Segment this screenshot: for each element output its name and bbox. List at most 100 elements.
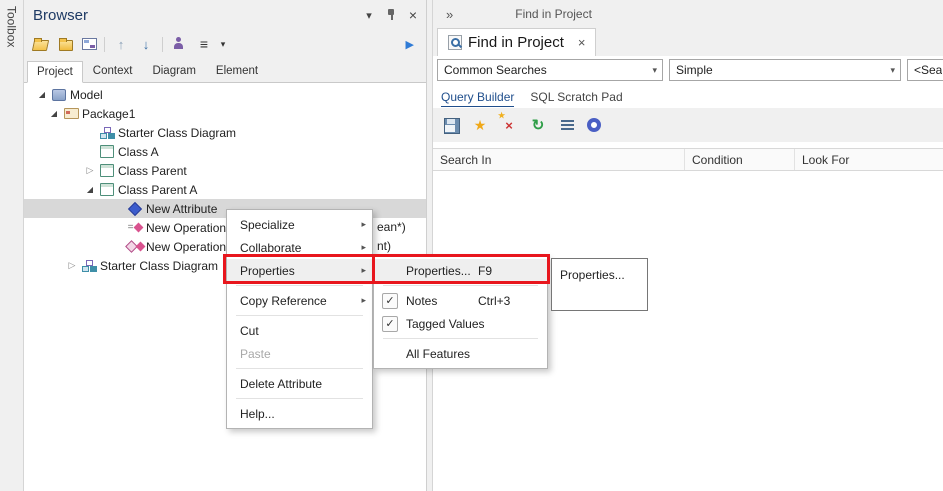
close-tab-icon[interactable]: ×	[578, 35, 586, 50]
class-icon	[98, 144, 116, 160]
expander-closed-icon[interactable]: ▷	[82, 165, 98, 176]
docked-tab-strip: » Find in Project	[433, 0, 943, 28]
checkbox-checked-icon: ✓	[382, 316, 398, 332]
class-icon	[98, 163, 116, 179]
menu-item-label: Specialize	[240, 218, 295, 232]
tree-item-class-parent-a[interactable]: ◢ Class Parent A	[24, 180, 426, 199]
tree-item-label: Class Parent	[118, 164, 187, 178]
search-mode-value: Simple	[676, 63, 713, 77]
menu-item-label: Help...	[240, 407, 275, 421]
chevron-down-icon[interactable]: ▾	[890, 65, 895, 76]
close-icon[interactable]: ×	[406, 8, 420, 22]
search-category-combobox[interactable]: Common Searches ▾	[437, 59, 663, 81]
find-tab-row: Find in Project ×	[433, 28, 943, 56]
open-folder-icon[interactable]	[32, 36, 50, 52]
context-menu-item-delete-attribute[interactable]: Delete Attribute	[227, 372, 372, 395]
move-down-icon[interactable]: ↓	[137, 36, 155, 52]
find-in-project-panel: » Find in Project Find in Project × Comm…	[432, 0, 943, 491]
diagram-frame-icon[interactable]	[82, 38, 97, 50]
expander-closed-icon[interactable]: ▷	[64, 260, 80, 271]
page-tabs: Query Builder SQL Scratch Pad	[441, 88, 623, 108]
tree-item-class-parent[interactable]: ▷ Class Parent	[24, 161, 426, 180]
application-window: Toolbox Browser ▾× ↑↓≡▾▶ ProjectContextD…	[0, 0, 943, 491]
browser-title: Browser	[33, 7, 88, 24]
search-term-value: <Sea	[914, 63, 942, 77]
menu-shortcut: F9	[478, 264, 492, 278]
tab-find-in-project[interactable]: Find in Project ×	[437, 28, 596, 56]
delete-search-icon[interactable]: ×	[500, 116, 518, 134]
tooltip-label: Properties...	[560, 268, 625, 282]
tree-item-model[interactable]: ◢Model	[24, 85, 426, 104]
double-chevron-icon[interactable]: »	[446, 7, 453, 22]
menu-item-label: Notes	[406, 294, 437, 308]
tree-item-label: Starter Class Diagram	[100, 259, 218, 273]
submenu-item-tagged-values[interactable]: ✓Tagged Values	[374, 312, 547, 335]
search-term-combobox[interactable]: <Sea	[907, 59, 943, 81]
tree-item-class-a[interactable]: Class A	[24, 142, 426, 161]
submenu-item-notes[interactable]: ✓NotesCtrl+3	[374, 289, 547, 312]
chevron-down-icon[interactable]: ▾	[652, 65, 657, 76]
tree-item-label-fragment: ean*)	[377, 218, 406, 237]
attribute-icon	[126, 201, 144, 217]
menu-separator	[236, 368, 363, 369]
properties-submenu: Properties... F9 ✓NotesCtrl+3✓Tagged Value…	[373, 255, 548, 369]
menu-caret-icon[interactable]: ▾	[214, 36, 232, 52]
menu-item-label: Delete Attribute	[240, 377, 322, 391]
toolbar-separator	[104, 37, 105, 52]
help-icon[interactable]	[587, 118, 601, 132]
tab-project[interactable]: Project	[27, 61, 83, 83]
tab-context[interactable]: Context	[83, 60, 143, 82]
window-position-arrow-icon[interactable]: ▾	[362, 8, 376, 22]
tree-item-starter-class-diagram[interactable]: Starter Class Diagram	[24, 123, 426, 142]
context-menu-item-help[interactable]: Help...	[227, 402, 372, 425]
column-header-search-in[interactable]: Search In	[433, 149, 685, 170]
save-search-icon[interactable]	[442, 116, 460, 134]
menu-item-label: Cut	[240, 324, 259, 338]
class-icon	[98, 182, 116, 198]
search-mode-combobox[interactable]: Simple ▾	[669, 59, 901, 81]
collaborate-user-icon[interactable]	[170, 36, 188, 52]
tab-query-builder[interactable]: Query Builder	[441, 90, 514, 107]
filter-options-icon[interactable]	[558, 116, 576, 134]
expander-open-icon[interactable]: ◢	[34, 90, 50, 99]
menu-separator	[383, 338, 538, 339]
context-menu-item-copy-reference[interactable]: Copy Reference▸	[227, 289, 372, 312]
tab-diagram[interactable]: Diagram	[142, 60, 205, 82]
tree-item-package1[interactable]: ◢ Package1	[24, 104, 426, 123]
play-forward-icon[interactable]: ▶	[406, 38, 414, 51]
refresh-search-icon[interactable]: ↻	[529, 116, 547, 134]
expander-open-icon[interactable]: ◢	[46, 109, 62, 118]
properties-tooltip: Properties...	[551, 258, 648, 311]
hamburger-menu-icon[interactable]: ≡	[195, 36, 213, 52]
menu-item-label: Properties...	[406, 264, 471, 278]
find-in-project-icon	[448, 35, 462, 50]
browser-titlebar: Browser ▾ ×	[24, 0, 426, 30]
closed-folder-icon[interactable]	[57, 36, 75, 52]
auto-hide-pin-icon[interactable]	[384, 8, 398, 22]
context-menu-item-paste: Paste	[227, 342, 372, 365]
context-menu-item-collaborate[interactable]: Collaborate▸	[227, 236, 372, 259]
tree-item-label: New Operation(	[146, 221, 230, 235]
new-search-icon[interactable]: ★	[471, 116, 489, 134]
tree-item-label: Package1	[82, 107, 135, 121]
search-category-value: Common Searches	[444, 63, 547, 77]
expander-open-icon[interactable]: ◢	[82, 185, 98, 194]
tree-item-label: Starter Class Diagram	[118, 126, 236, 140]
toolbox-side-tab[interactable]: Toolbox	[0, 0, 24, 491]
move-up-icon[interactable]: ↑	[112, 36, 130, 52]
tree-item-label: New Attribute	[146, 202, 217, 216]
menu-separator	[236, 398, 363, 399]
tab-element[interactable]: Element	[206, 60, 268, 82]
tab-sql-scratch-pad[interactable]: SQL Scratch Pad	[530, 90, 622, 106]
docked-tab-label[interactable]: Find in Project	[515, 7, 592, 21]
submenu-item-properties[interactable]: Properties... F9	[374, 259, 547, 282]
column-header-look-for[interactable]: Look For	[795, 149, 943, 170]
context-menu-item-specialize[interactable]: Specialize▸	[227, 213, 372, 236]
submenu-item-all-features[interactable]: All Features	[374, 342, 547, 365]
toolbox-side-tab-label: Toolbox	[5, 6, 19, 47]
model-icon	[50, 87, 68, 103]
column-header-condition[interactable]: Condition	[685, 149, 795, 170]
tree-item-label: Class Parent A	[118, 183, 197, 197]
context-menu-item-cut[interactable]: Cut	[227, 319, 372, 342]
context-menu-item-properties[interactable]: Properties▸	[227, 259, 372, 282]
